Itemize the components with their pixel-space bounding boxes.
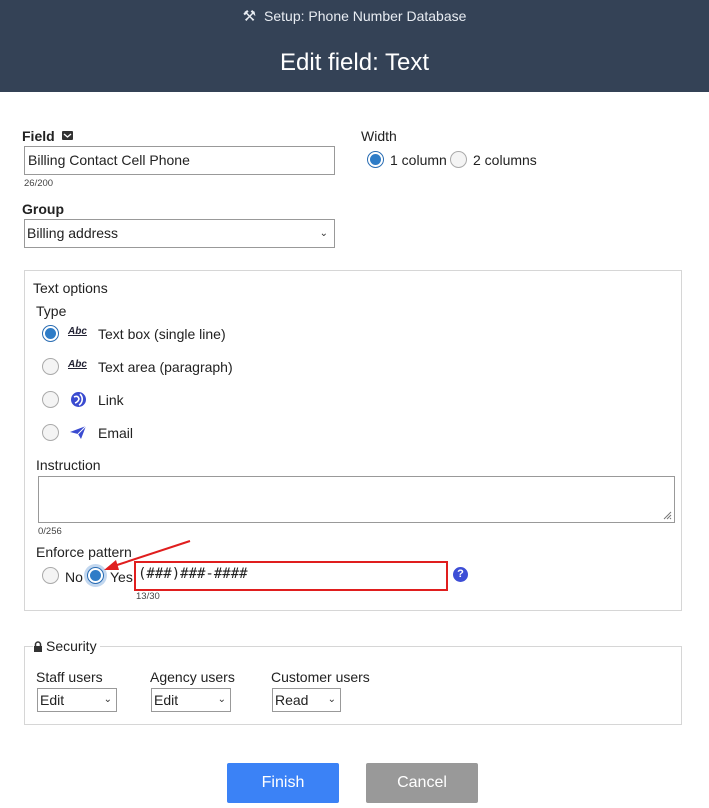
field-label-icon	[61, 131, 73, 140]
field-label-text: Field	[22, 128, 55, 144]
type-email-label[interactable]: Email	[98, 425, 133, 441]
tools-icon: ⚒	[242, 8, 257, 25]
resize-grip-icon[interactable]	[662, 510, 672, 520]
type-textarea-label[interactable]: Text area (paragraph)	[98, 359, 233, 375]
enforce-no-label[interactable]: No	[65, 569, 83, 585]
security-legend: Security	[33, 638, 100, 654]
chevron-down-icon: ⌄	[217, 694, 226, 705]
page-title: Edit field: Text	[280, 49, 429, 76]
width-2-columns-radio[interactable]	[450, 151, 467, 168]
field-char-count: 26/200	[24, 178, 54, 189]
finish-button[interactable]: Finish	[227, 763, 339, 803]
customer-users-select[interactable]: Read ⌄	[272, 688, 341, 712]
chevron-down-icon: ⌄	[319, 228, 328, 239]
agency-users-label: Agency users	[150, 669, 235, 685]
pattern-char-count: 13/30	[136, 591, 160, 602]
page-header: ⚒ Setup: Phone Number Database Edit field…	[0, 0, 709, 92]
header-subtitle-text: Setup: Phone Number Database	[264, 8, 467, 24]
text-options-legend: Text options	[33, 280, 108, 296]
annotation-arrow	[104, 540, 191, 570]
agency-users-select[interactable]: Edit ⌄	[151, 688, 231, 712]
width-1-column-radio[interactable]	[367, 151, 384, 168]
type-textbox-label[interactable]: Text box (single line)	[98, 326, 226, 342]
lock-icon	[34, 641, 42, 652]
instruction-textarea[interactable]	[38, 476, 675, 523]
security-section	[24, 646, 682, 725]
security-legend-text: Security	[46, 638, 97, 654]
type-textbox-radio[interactable]	[42, 325, 59, 342]
type-link-label[interactable]: Link	[98, 392, 124, 408]
group-select-value: Billing address	[27, 225, 119, 241]
type-textarea-radio[interactable]	[42, 358, 59, 375]
staff-users-select[interactable]: Edit ⌄	[37, 688, 117, 712]
help-icon[interactable]: ?	[453, 567, 468, 582]
field-name-input[interactable]: Billing Contact Cell Phone	[24, 146, 335, 175]
header-subtitle: ⚒ Setup: Phone Number Database	[0, 7, 709, 25]
width-label: Width	[361, 128, 397, 144]
type-email-radio[interactable]	[42, 424, 59, 441]
staff-users-label: Staff users	[36, 669, 103, 685]
width-2-columns-label[interactable]: 2 columns	[473, 152, 537, 168]
globe-link-icon	[71, 392, 86, 407]
abc-textbox-icon: Abc	[68, 326, 87, 337]
instruction-char-count: 0/256	[38, 526, 62, 537]
chevron-down-icon: ⌄	[103, 694, 112, 705]
type-label: Type	[36, 303, 67, 319]
staff-users-value: Edit	[40, 692, 65, 708]
customer-users-label: Customer users	[271, 669, 370, 685]
paper-plane-icon	[70, 425, 87, 439]
enforce-no-radio[interactable]	[42, 567, 59, 584]
width-1-column-label[interactable]: 1 column	[390, 152, 447, 168]
cancel-button[interactable]: Cancel	[366, 763, 478, 803]
type-link-radio[interactable]	[42, 391, 59, 408]
abc-textarea-icon: Abc	[68, 359, 87, 370]
instruction-label: Instruction	[36, 457, 101, 473]
group-select[interactable]: Billing address ⌄	[24, 219, 335, 248]
chevron-down-icon: ⌄	[327, 694, 336, 705]
field-label: Field	[22, 128, 73, 144]
group-label: Group	[22, 201, 64, 217]
agency-users-value: Edit	[154, 692, 179, 708]
customer-users-value: Read	[275, 692, 309, 708]
